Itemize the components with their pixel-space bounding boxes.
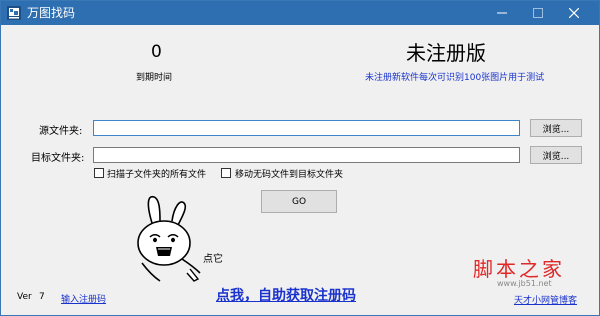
browse-target-button[interactable]: 浏览...: [530, 146, 582, 164]
title-bar[interactable]: 万图找码: [1, 1, 599, 25]
minimize-icon: [497, 12, 507, 14]
app-icon: [7, 6, 21, 20]
source-folder-input[interactable]: [93, 120, 520, 136]
scan-subfolders-checkbox[interactable]: [94, 168, 104, 178]
close-button[interactable]: [557, 1, 591, 25]
version-number: 7: [39, 292, 45, 302]
watermark-text: 脚本之家: [473, 257, 565, 281]
scan-subfolders-label[interactable]: 扫描子文件夹的所有文件: [107, 167, 206, 180]
maximize-icon: [533, 8, 543, 18]
countdown-value: 0: [151, 42, 162, 62]
target-folder-input[interactable]: [93, 147, 520, 163]
move-nocode-label[interactable]: 移动无码文件到目标文件夹: [235, 167, 343, 180]
unregistered-note: 未注册新软件每次可识别100张图片用于测试: [365, 73, 545, 83]
minimize-button[interactable]: [485, 1, 519, 25]
window-title: 万图找码: [27, 6, 76, 20]
close-icon: [569, 8, 579, 18]
app-window: 万图找码 0 到期时间 未注册版 未注册新软件每次可识别100张图片用于测试 源…: [0, 0, 600, 316]
watermark-url: www.jb51.net: [497, 279, 552, 288]
source-folder-label: 源文件夹:: [39, 126, 83, 137]
target-folder-label: 目标文件夹:: [31, 153, 85, 164]
bunny-mascot-icon[interactable]: [134, 193, 204, 283]
blog-link[interactable]: 天才小网管博客: [514, 293, 577, 306]
enter-code-link[interactable]: 输入注册码: [61, 292, 106, 305]
click-it-caption: 点它: [203, 254, 223, 265]
maximize-button[interactable]: [521, 1, 555, 25]
unregistered-title: 未注册版: [406, 41, 486, 65]
get-code-promo-link[interactable]: 点我，自助获取注册码: [216, 285, 356, 305]
expire-label: 到期时间: [136, 73, 173, 83]
client-area: 0 到期时间 未注册版 未注册新软件每次可识别100张图片用于测试 源文件夹: …: [1, 25, 599, 315]
go-button[interactable]: GO: [261, 190, 337, 213]
version-label: Ver: [17, 292, 32, 302]
move-nocode-checkbox[interactable]: [221, 168, 231, 178]
browse-source-button[interactable]: 浏览...: [530, 119, 582, 137]
